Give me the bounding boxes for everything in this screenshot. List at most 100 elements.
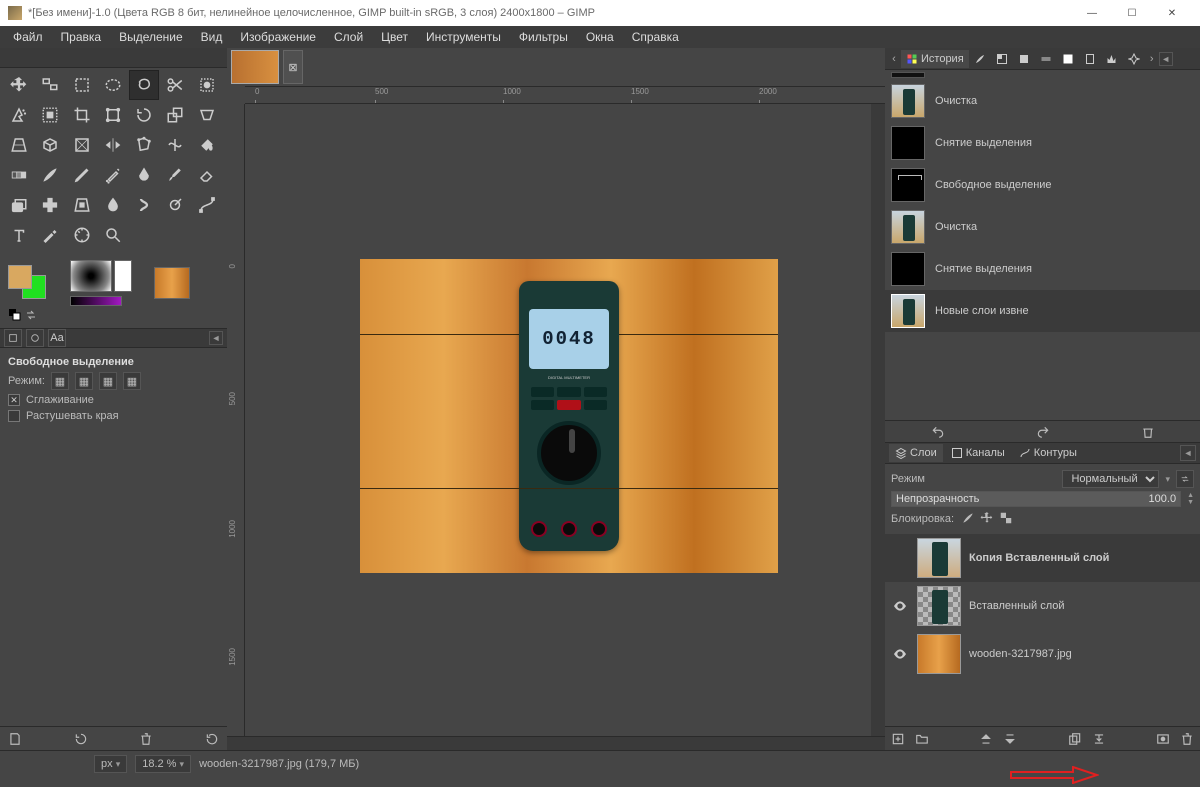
3d-transform-tool-icon[interactable] (35, 130, 65, 160)
menu-view[interactable]: Вид (192, 27, 232, 47)
history-item[interactable]: Свободное выделение (885, 164, 1200, 206)
mode-switch-icon[interactable] (1176, 470, 1194, 488)
layer-row[interactable]: Вставленный слой (885, 582, 1200, 630)
dock-config-icon[interactable]: ◄ (1159, 52, 1173, 66)
undo-history-list[interactable]: Очистка Снятие выделения Свободное выдел… (885, 70, 1200, 420)
clear-history-icon[interactable] (1141, 425, 1155, 439)
tabs-scroll-left-icon[interactable]: ‹ (887, 53, 901, 65)
move-tool-icon[interactable] (4, 70, 34, 100)
tabs-scroll-right-icon[interactable]: › (1145, 53, 1159, 65)
text-tool-icon[interactable] (4, 220, 34, 250)
layer-row[interactable]: wooden-3217987.jpg (885, 630, 1200, 678)
minimize-button[interactable]: — (1072, 0, 1112, 26)
brushes-tab-icon[interactable] (969, 50, 991, 68)
rotate-tool-icon[interactable] (129, 100, 159, 130)
layers-config-icon[interactable]: ◄ (1180, 445, 1196, 461)
delete-layer-icon[interactable] (1180, 732, 1194, 746)
warp-tool-icon[interactable] (160, 130, 190, 160)
history-item[interactable]: Снятие выделения (885, 248, 1200, 290)
mode-intersect-icon[interactable]: ▦ (123, 372, 141, 390)
gradient-tool-icon[interactable] (4, 160, 34, 190)
crop-tool-icon[interactable] (67, 100, 97, 130)
layers-tab[interactable]: Слои (889, 444, 943, 462)
palettes-tab-icon[interactable] (1057, 50, 1079, 68)
layer-row[interactable]: Копия Вставленный слой (885, 534, 1200, 582)
history-item[interactable]: Снятие выделения (885, 122, 1200, 164)
image-tab-active[interactable] (231, 50, 279, 84)
redo-icon[interactable] (1036, 425, 1050, 439)
fg-color-swatch[interactable] (8, 265, 32, 289)
ink-tool-icon[interactable] (129, 160, 159, 190)
mode-subtract-icon[interactable]: ▦ (99, 372, 117, 390)
eraser-tool-icon[interactable] (192, 160, 222, 190)
blur-tool-icon[interactable] (98, 190, 128, 220)
cage-tool-icon[interactable] (129, 130, 159, 160)
lock-position-icon[interactable] (979, 510, 995, 526)
menu-filters[interactable]: Фильтры (510, 27, 577, 47)
heal-tool-icon[interactable] (35, 190, 65, 220)
zoom-tool-icon[interactable] (98, 220, 128, 250)
restore-options-icon[interactable] (74, 732, 88, 746)
scale-tool-icon[interactable] (160, 100, 190, 130)
channels-tab[interactable]: Каналы (945, 444, 1011, 462)
swap-colors-icon[interactable] (24, 308, 38, 322)
scrollbar-vertical[interactable] (871, 104, 885, 736)
smudge-tool-icon[interactable] (129, 190, 159, 220)
dodge-burn-tool-icon[interactable] (160, 190, 190, 220)
gradient-preview[interactable] (70, 296, 122, 306)
layer-visibility-icon[interactable] (891, 597, 909, 615)
unified-transform-tool-icon[interactable] (98, 100, 128, 130)
rect-select-tool-icon[interactable] (67, 70, 97, 100)
ruler-horizontal[interactable]: 0 500 1000 1500 2000 2500 (245, 86, 885, 104)
duplicate-layer-icon[interactable] (1068, 732, 1082, 746)
mypaint-brush-tool-icon[interactable] (160, 160, 190, 190)
close-button[interactable]: ✕ (1152, 0, 1192, 26)
delete-options-icon[interactable] (139, 732, 153, 746)
image-tab-close-icon[interactable]: ⊠ (283, 50, 303, 84)
menu-help[interactable]: Справка (623, 27, 688, 47)
device-status-tab-icon[interactable] (26, 329, 44, 347)
menu-file[interactable]: Файл (4, 27, 52, 47)
menu-color[interactable]: Цвет (372, 27, 417, 47)
raise-layer-icon[interactable] (979, 732, 993, 746)
bucket-fill-tool-icon[interactable] (192, 130, 222, 160)
lock-alpha-icon[interactable] (998, 510, 1014, 526)
align-tool-icon[interactable] (35, 70, 65, 100)
mode-replace-icon[interactable]: ▦ (51, 372, 69, 390)
handle-transform-tool-icon[interactable] (67, 130, 97, 160)
opacity-down-icon[interactable]: ▼ (1187, 499, 1194, 506)
shear-tool-icon[interactable] (192, 100, 222, 130)
feather-checkbox[interactable] (8, 410, 20, 422)
default-colors-icon[interactable] (8, 308, 22, 322)
new-layer-icon[interactable] (891, 732, 905, 746)
scrollbar-horizontal[interactable] (227, 736, 885, 750)
layer-name[interactable]: wooden-3217987.jpg (969, 648, 1072, 660)
free-select-tool-icon[interactable] (129, 70, 159, 100)
layer-name[interactable]: Копия Вставленный слой (969, 552, 1109, 564)
save-options-icon[interactable] (8, 732, 22, 746)
airbrush-tool-icon[interactable] (98, 160, 128, 190)
layer-visibility-icon[interactable] (891, 645, 909, 663)
fuzzy-select-tool-icon[interactable] (4, 100, 34, 130)
paths-tab[interactable]: Контуры (1013, 444, 1083, 462)
menu-edit[interactable]: Правка (52, 27, 111, 47)
blend-mode-select[interactable]: Нормальный (1062, 470, 1159, 488)
patterns-tab-icon[interactable] (991, 50, 1013, 68)
menu-image[interactable]: Изображение (231, 27, 325, 47)
by-color-select-tool-icon[interactable] (35, 100, 65, 130)
merge-down-icon[interactable] (1092, 732, 1106, 746)
layer-visibility-icon[interactable] (891, 549, 909, 567)
active-image-thumb[interactable] (154, 267, 190, 299)
paintbrush-tool-icon[interactable] (35, 160, 65, 190)
gradients-tab-icon[interactable] (1035, 50, 1057, 68)
new-group-icon[interactable] (915, 732, 929, 746)
clone-tool-icon[interactable] (4, 190, 34, 220)
fg-bg-colors[interactable] (8, 265, 48, 301)
menu-select[interactable]: Выделение (110, 27, 192, 47)
brush-preview[interactable] (70, 260, 112, 292)
undo-icon[interactable] (931, 425, 945, 439)
pattern-preview[interactable] (114, 260, 132, 292)
menu-layer[interactable]: Слой (325, 27, 372, 47)
menu-tools[interactable]: Инструменты (417, 27, 510, 47)
history-item[interactable]: Очистка (885, 206, 1200, 248)
